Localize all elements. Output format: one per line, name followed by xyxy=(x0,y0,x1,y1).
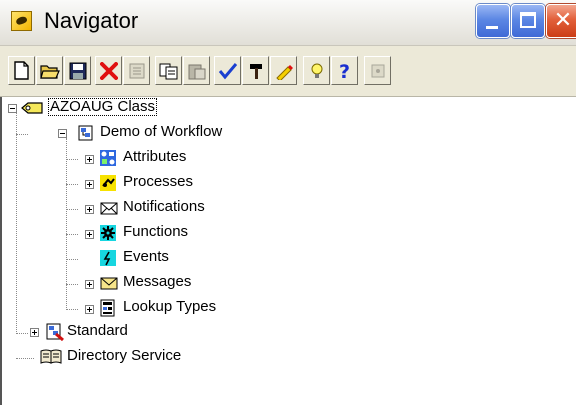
events-lightning-icon xyxy=(100,250,116,266)
processes-icon xyxy=(100,175,116,191)
tree-item-workflow[interactable]: Demo of Workflow xyxy=(100,123,222,141)
tree-hline xyxy=(66,284,78,286)
tree-item-processes[interactable]: Processes xyxy=(123,173,193,191)
expand-toggle-messages[interactable] xyxy=(85,280,94,289)
tree-hline xyxy=(66,309,78,311)
minimize-button[interactable] xyxy=(476,4,510,38)
lightbulb-icon xyxy=(311,63,322,78)
tree-item-root[interactable]: AZOAUG Class xyxy=(48,98,158,116)
tree-hline xyxy=(66,234,78,236)
item-type-class-icon xyxy=(20,100,44,116)
delete-button[interactable] xyxy=(95,56,122,85)
tree-hline xyxy=(66,184,78,186)
save-icon xyxy=(69,62,86,79)
expand-toggle-standard[interactable] xyxy=(30,328,39,337)
tree-left-border xyxy=(0,97,2,405)
tree-hline xyxy=(16,358,34,360)
tree-item-functions[interactable]: Functions xyxy=(123,223,188,241)
help-icon: ? xyxy=(339,61,350,81)
maximize-icon xyxy=(520,12,536,28)
verify-checkmark-icon xyxy=(218,62,237,79)
tree-hline xyxy=(16,134,28,136)
save-button[interactable] xyxy=(64,56,91,85)
copy-icon xyxy=(159,63,177,79)
paste-button[interactable] xyxy=(183,56,210,85)
pencil-button[interactable] xyxy=(270,56,297,85)
tree-hline xyxy=(66,159,78,161)
pencil-icon xyxy=(275,64,293,80)
open-button[interactable] xyxy=(36,56,63,85)
properties-icon xyxy=(129,63,144,78)
window-title: Navigator xyxy=(44,8,139,33)
lookup-types-icon xyxy=(100,299,116,317)
title-bar[interactable]: Navigator ✕ xyxy=(0,0,576,46)
collapse-toggle-workflow[interactable] xyxy=(58,129,67,138)
expand-toggle-lookup-types[interactable] xyxy=(85,305,94,314)
lightbulb-button[interactable] xyxy=(303,56,330,85)
expand-toggle-notifications[interactable] xyxy=(85,205,94,214)
tree-hline xyxy=(66,209,78,211)
tree-item-directory-service[interactable]: Directory Service xyxy=(67,347,181,365)
toolbar: ? xyxy=(0,46,576,97)
maximize-button[interactable] xyxy=(511,4,545,38)
open-folder-icon xyxy=(39,64,60,79)
tree-hline xyxy=(16,333,28,335)
copy-button[interactable] xyxy=(155,56,182,85)
paste-icon xyxy=(188,64,205,79)
disabled-button[interactable] xyxy=(364,56,391,85)
expand-toggle-processes[interactable] xyxy=(85,180,94,189)
hammer-button[interactable] xyxy=(242,56,269,85)
tree-item-notifications[interactable]: Notifications xyxy=(123,198,205,216)
envelope-icon xyxy=(100,201,118,217)
close-icon: ✕ xyxy=(553,8,573,33)
minimize-icon xyxy=(486,26,498,29)
tree-hline xyxy=(66,259,78,261)
standard-document-icon xyxy=(46,323,64,342)
delete-icon xyxy=(99,61,118,80)
attributes-icon xyxy=(100,150,116,166)
tree-item-messages[interactable]: Messages xyxy=(123,273,191,291)
new-icon xyxy=(14,61,29,80)
close-button[interactable]: ✕ xyxy=(546,4,576,38)
expand-toggle-attributes[interactable] xyxy=(85,155,94,164)
functions-gear-icon xyxy=(100,225,116,241)
directory-book-icon xyxy=(40,348,62,364)
tree-item-attributes[interactable]: Attributes xyxy=(123,148,186,166)
tree-item-lookup-types[interactable]: Lookup Types xyxy=(123,298,216,316)
new-button[interactable] xyxy=(8,56,35,85)
expand-toggle-functions[interactable] xyxy=(85,230,94,239)
help-button[interactable]: ? xyxy=(331,56,358,85)
tree-line-workflow xyxy=(66,138,68,308)
svg-text:?: ? xyxy=(339,61,350,81)
hammer-icon xyxy=(249,63,262,79)
tree-item-events[interactable]: Events xyxy=(123,248,169,266)
workflow-document-icon xyxy=(78,125,94,141)
collapse-toggle-root[interactable] xyxy=(8,104,17,113)
properties-button[interactable] xyxy=(123,56,150,85)
tree-item-standard[interactable]: Standard xyxy=(67,322,128,340)
navigator-app-icon xyxy=(11,11,32,31)
disabled-icon xyxy=(371,64,384,77)
verify-button[interactable] xyxy=(214,56,241,85)
messages-envelope-icon xyxy=(100,275,118,291)
tree-line-root xyxy=(16,112,18,334)
